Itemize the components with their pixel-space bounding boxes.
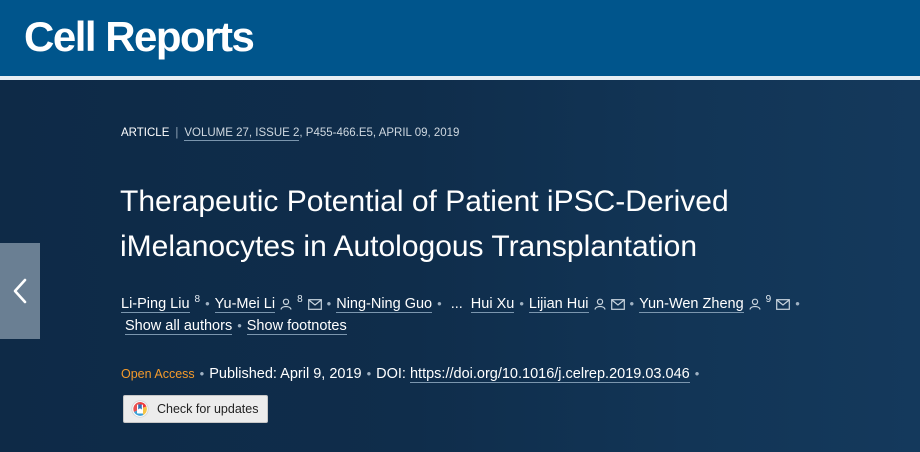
journal-logo[interactable]: Cell Reports bbox=[24, 12, 255, 62]
person-icon bbox=[280, 298, 292, 310]
author-item[interactable]: Yun-Wen Zheng 9 bbox=[639, 289, 791, 315]
title-line-2: iMelanocytes in Autologous Transplantati… bbox=[120, 230, 698, 263]
article-title: Therapeutic Potential of Patient iPSC-De… bbox=[120, 179, 820, 269]
open-access-badge: Open Access bbox=[121, 367, 195, 381]
email-icon[interactable] bbox=[776, 298, 791, 310]
email-icon[interactable] bbox=[307, 298, 322, 310]
doi-label: DOI: bbox=[376, 366, 406, 382]
author-affiliation: 8 bbox=[297, 294, 303, 305]
pages-date: , P455-466.E5, APRIL 09, 2019 bbox=[299, 127, 460, 139]
check-for-updates-button[interactable]: Check for updates bbox=[123, 395, 268, 423]
show-footnotes-link[interactable]: Show footnotes bbox=[246, 318, 347, 335]
author-item[interactable]: Li-Ping Liu 8 bbox=[121, 289, 200, 315]
author-separator: • bbox=[629, 295, 635, 311]
check-for-updates-label: Check for updates bbox=[157, 402, 259, 416]
author-name[interactable]: Lijian Hui bbox=[528, 295, 589, 313]
title-line-1: Therapeutic Potential of Patient iPSC-De… bbox=[120, 185, 729, 218]
chevron-left-icon bbox=[13, 278, 27, 304]
author-list: Li-Ping Liu 8 • Yu-Mei Li 8 • Ning-Ning Gu… bbox=[121, 289, 911, 315]
pub-separator: • bbox=[694, 366, 700, 381]
publication-info: Open Access • Published: April 9, 2019 • DOI… bbox=[121, 366, 704, 383]
pub-separator: • bbox=[366, 366, 372, 381]
author-affiliation: 9 bbox=[765, 294, 772, 305]
person-icon bbox=[593, 298, 606, 310]
author-separator: • bbox=[205, 295, 210, 311]
author-item[interactable]: Ning-Ning Guo bbox=[336, 293, 433, 315]
author-name[interactable]: Hui Xu bbox=[470, 295, 515, 313]
author-name[interactable]: Li-Ping Liu bbox=[121, 295, 190, 313]
meta-separator: | bbox=[175, 127, 179, 139]
volume-issue-link[interactable]: VOLUME 27, ISSUE 2 bbox=[184, 127, 300, 141]
toggle-separator: • bbox=[237, 318, 242, 333]
email-icon[interactable] bbox=[610, 298, 625, 310]
author-separator: • bbox=[519, 295, 524, 311]
author-separator: • bbox=[326, 295, 332, 311]
author-ellipsis[interactable]: ... bbox=[451, 296, 463, 312]
pub-separator: • bbox=[199, 366, 205, 381]
author-name[interactable]: Ning-Ning Guo bbox=[336, 295, 433, 313]
author-item[interactable]: Lijian Hui bbox=[528, 293, 625, 315]
crossmark-icon bbox=[131, 400, 149, 418]
published-date: Published: April 9, 2019 bbox=[209, 366, 362, 382]
previous-article-button[interactable] bbox=[0, 243, 40, 339]
author-toggles: Show all authors • Show footnotes bbox=[125, 318, 347, 335]
author-item[interactable]: Hui Xu bbox=[470, 293, 515, 315]
article-type: ARTICLE bbox=[121, 127, 170, 139]
author-item[interactable]: Yu-Mei Li 8 bbox=[214, 289, 322, 315]
show-all-authors-link[interactable]: Show all authors bbox=[125, 318, 233, 335]
author-separator: • bbox=[437, 295, 442, 311]
doi-link[interactable]: https://doi.org/10.1016/j.celrep.2019.03… bbox=[409, 366, 690, 383]
author-affiliation: 8 bbox=[194, 294, 201, 305]
site-header: Cell Reports bbox=[0, 0, 920, 76]
author-name[interactable]: Yun-Wen Zheng bbox=[639, 295, 744, 313]
author-separator: • bbox=[795, 295, 800, 311]
author-name[interactable]: Yu-Mei Li bbox=[214, 295, 276, 313]
article-meta: ARTICLE | VOLUME 27, ISSUE 2, P455-466.E5,… bbox=[121, 127, 460, 141]
person-icon bbox=[749, 298, 761, 310]
